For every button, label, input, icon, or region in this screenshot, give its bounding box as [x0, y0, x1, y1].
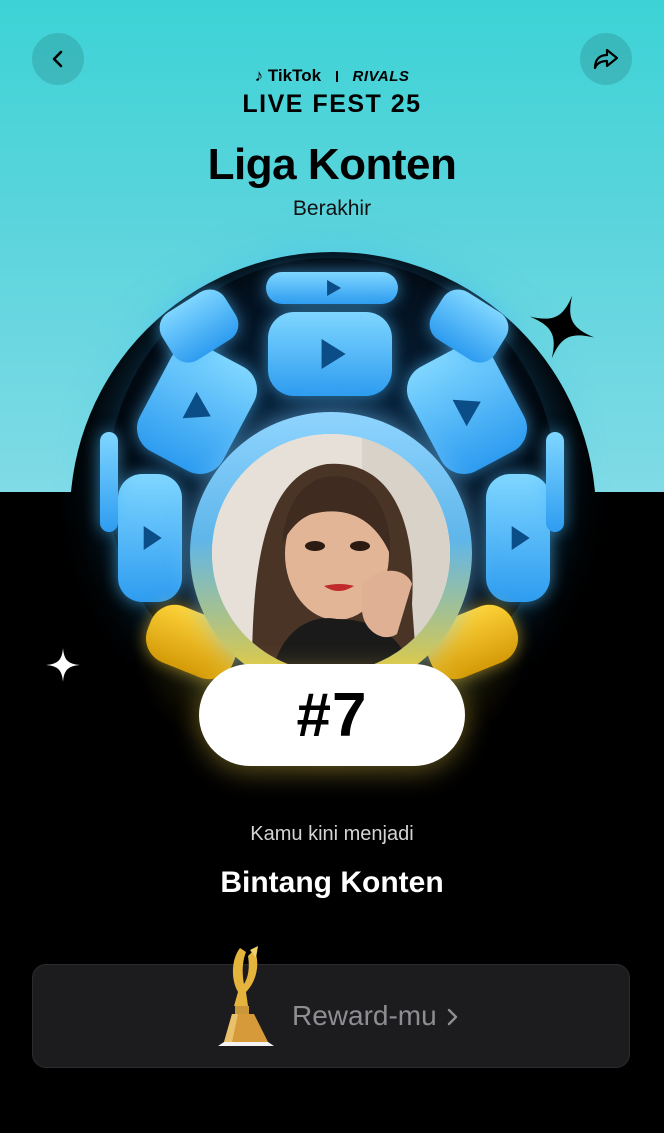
tiktok-logo-icon: ♪	[254, 66, 264, 85]
event-name: LIVE FEST 25	[242, 90, 422, 118]
sparkle-icon	[529, 295, 595, 359]
brand-rivals: RIVALS	[352, 68, 410, 85]
result-title: Bintang Konten	[220, 866, 444, 899]
play-tile-icon	[100, 432, 118, 532]
avatar	[212, 434, 450, 672]
play-tile-icon	[546, 432, 564, 532]
chevron-right-icon	[447, 1008, 458, 1026]
brand-tiktok: TikTok	[267, 66, 322, 85]
play-tile-icon	[266, 272, 398, 304]
page-title: Liga Konten	[207, 140, 457, 189]
trophy-icon	[218, 946, 274, 1046]
play-tile-icon	[268, 312, 392, 396]
sparkle-icon	[46, 648, 80, 682]
reward-label: Reward-mu	[292, 1000, 437, 1031]
play-tile-icon	[486, 474, 550, 602]
logo-divider	[335, 71, 338, 83]
contest-status: Berakhir	[292, 197, 372, 220]
avatar-photo	[212, 434, 450, 672]
play-tile-icon	[118, 474, 182, 602]
rank-value: #7	[296, 680, 368, 750]
result-caption: Kamu kini menjadi	[250, 823, 414, 845]
rank-badge: #7	[199, 664, 465, 766]
event-logo: ♪ TikTok RIVALS	[0, 66, 664, 86]
